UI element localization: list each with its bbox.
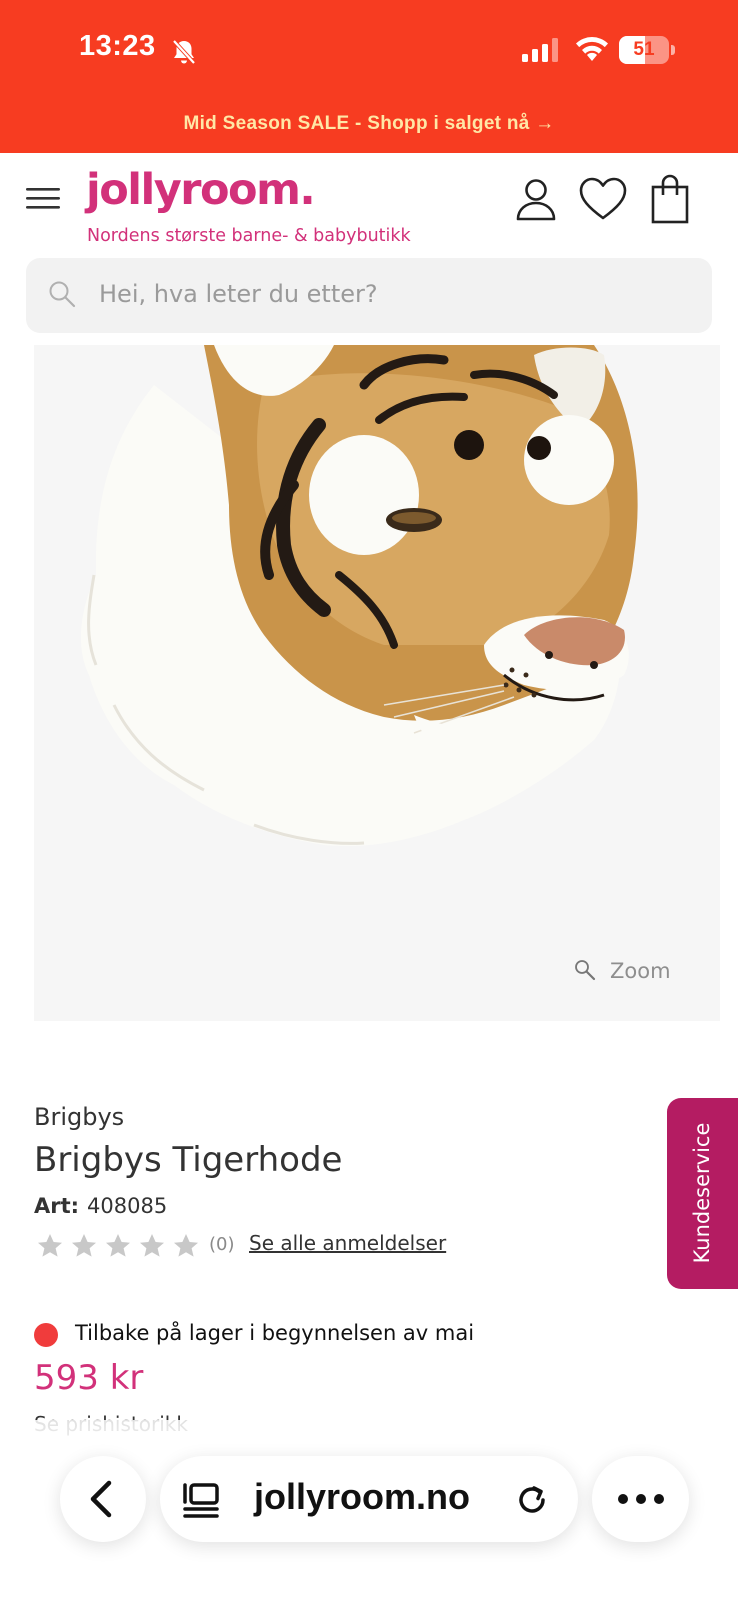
stock-status: Tilbake på lager i begynnelsen av mai — [75, 1321, 475, 1345]
product-image[interactable]: Zoom — [34, 345, 720, 1021]
status-bar: 13:23 51 Mid Season SALE - Shopp i salge… — [0, 0, 738, 153]
logo[interactable]: jollyroom. — [86, 165, 316, 215]
star-icon — [174, 1234, 198, 1257]
product-title: Brigbys Tigerhode — [34, 1140, 343, 1180]
star-icon — [106, 1234, 130, 1257]
battery-cap — [671, 45, 675, 55]
customer-service-tab[interactable]: Kundeservice — [667, 1098, 738, 1289]
stock-status-dot — [34, 1323, 58, 1347]
search-box[interactable]: Hei, hva leter du etter? — [26, 258, 712, 333]
tabs-icon[interactable] — [182, 1480, 222, 1520]
star-icon — [72, 1234, 96, 1257]
heart-icon[interactable] — [578, 175, 628, 223]
reload-icon[interactable] — [513, 1480, 551, 1518]
review-count: (0) — [209, 1234, 235, 1255]
status-time: 13:23 — [79, 30, 156, 62]
zoom-label: Zoom — [610, 959, 671, 983]
address-bar[interactable]: jollyroom.no — [160, 1456, 578, 1542]
article-label: Art: — [34, 1194, 80, 1218]
promo-banner[interactable]: Mid Season SALE - Shopp i salget nå → — [0, 113, 738, 135]
product-price: 593 kr — [34, 1358, 144, 1398]
cellular-signal-icon — [522, 38, 558, 62]
battery-body: 51 — [619, 36, 669, 64]
tagline: Nordens største barne- & babybutikk — [87, 226, 411, 246]
see-reviews-link[interactable]: Se alle anmeldelser — [249, 1231, 446, 1255]
more-icon — [618, 1494, 664, 1504]
battery-percent: 51 — [633, 39, 655, 60]
back-button[interactable] — [60, 1456, 146, 1542]
search-input[interactable]: Hei, hva leter du etter? — [99, 280, 378, 308]
zoom-button[interactable]: Zoom — [574, 959, 694, 989]
site-header: jollyroom. Nordens største barne- & baby… — [0, 153, 738, 253]
menu-icon[interactable] — [26, 183, 62, 213]
article-number: Art: 408085 — [34, 1194, 167, 1218]
bag-icon[interactable] — [648, 173, 692, 225]
more-button[interactable] — [592, 1456, 689, 1542]
product-brand[interactable]: Brigbys — [34, 1103, 124, 1131]
wifi-icon — [576, 37, 608, 61]
back-icon — [90, 1480, 112, 1518]
star-icon — [140, 1234, 164, 1257]
bell-muted-icon — [172, 39, 196, 65]
url-text: jollyroom.no — [254, 1476, 470, 1517]
zoom-icon — [575, 960, 596, 981]
customer-service-label: Kundeservice — [690, 1122, 714, 1264]
rating-row: (0) Se alle anmeldelser — [34, 1230, 454, 1260]
battery-indicator: 51 — [619, 36, 675, 64]
account-icon[interactable] — [512, 175, 560, 223]
star-icon — [38, 1234, 62, 1257]
article-value: 408085 — [87, 1194, 168, 1218]
search-icon — [49, 281, 76, 308]
tiger-head-image — [80, 345, 638, 847]
